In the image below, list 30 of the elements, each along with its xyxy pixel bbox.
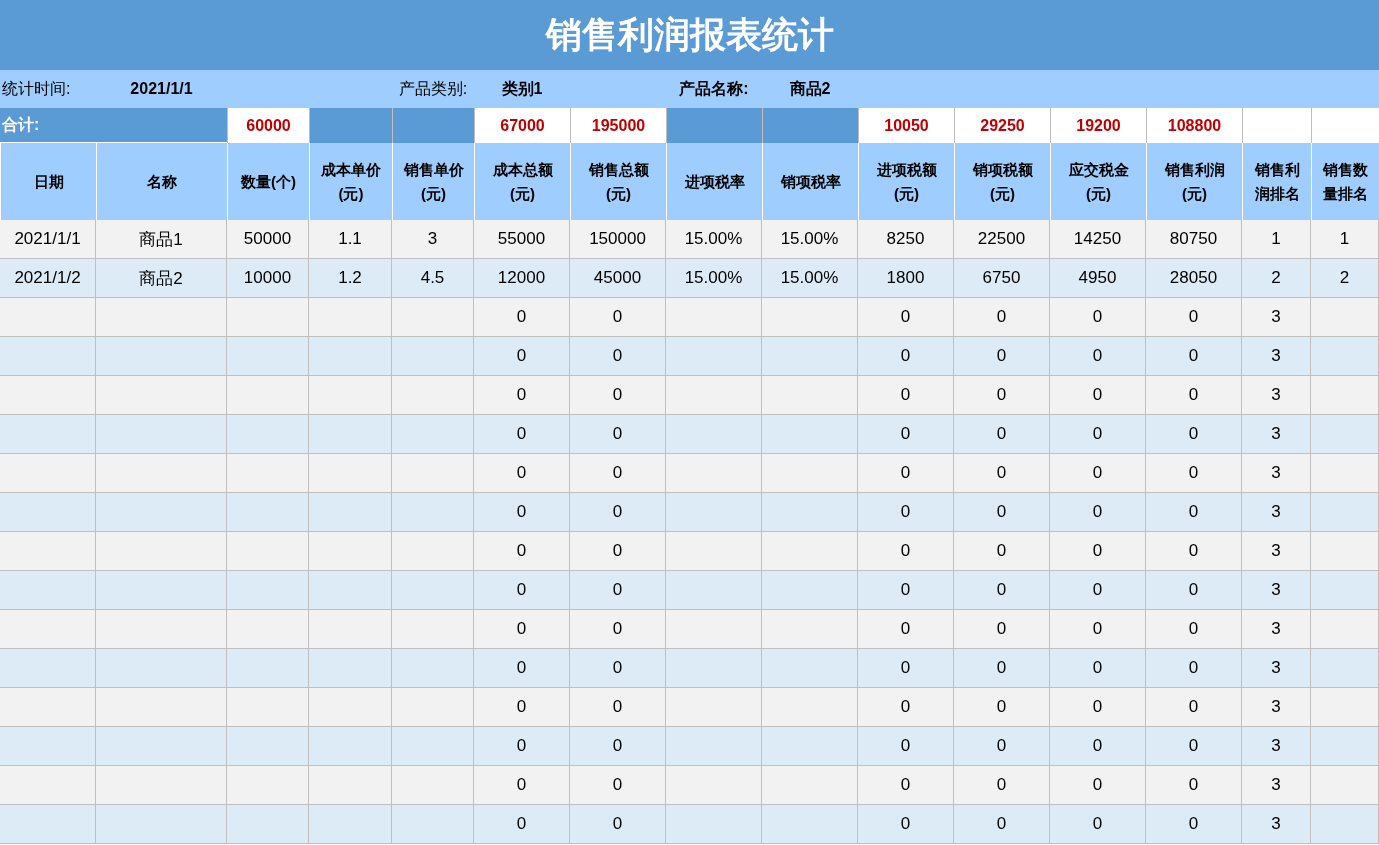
- field-value: 2021/1/1: [129, 80, 194, 98]
- column-header: 销项税率: [780, 171, 841, 192]
- table-cell: 3: [1242, 805, 1311, 844]
- column-header: 销售数量排名: [1321, 159, 1369, 204]
- total-label: 合计:: [0, 108, 227, 143]
- column-header: 销项税额(元): [971, 159, 1034, 204]
- column-header: 进项税额(元): [875, 159, 938, 204]
- field-label: 产品类别:: [397, 78, 469, 99]
- report-title: 销售利润报表统计: [545, 15, 834, 55]
- column-header: 销售单价(元): [402, 159, 465, 204]
- column-header: 进项税率: [684, 171, 745, 192]
- table-cell: 0: [954, 805, 1050, 844]
- column-header: 成本单价(元): [320, 159, 382, 204]
- table-cell: 0: [1050, 805, 1146, 844]
- field-label: 统计时间:: [1, 78, 72, 99]
- field-label: 产品名称:: [678, 78, 750, 99]
- table-cell: 0: [858, 805, 954, 844]
- table-cell: 0: [1146, 805, 1242, 844]
- table-cell: 0: [570, 805, 666, 844]
- column-header: 名称: [147, 171, 177, 192]
- column-header: 销售总额(元): [587, 159, 650, 204]
- column-header: 日期: [33, 171, 64, 192]
- column-header: 销售利润(元): [1163, 159, 1226, 204]
- column-header: 应交税金(元): [1067, 159, 1130, 204]
- field-value: 类别1: [500, 78, 544, 99]
- column-header: 销售利润排名: [1253, 159, 1301, 204]
- column-header: 成本总额(元): [491, 159, 554, 204]
- table-cell: 0: [474, 805, 570, 844]
- column-header: 数量(个): [241, 171, 296, 192]
- field-value: 商品2: [788, 78, 832, 99]
